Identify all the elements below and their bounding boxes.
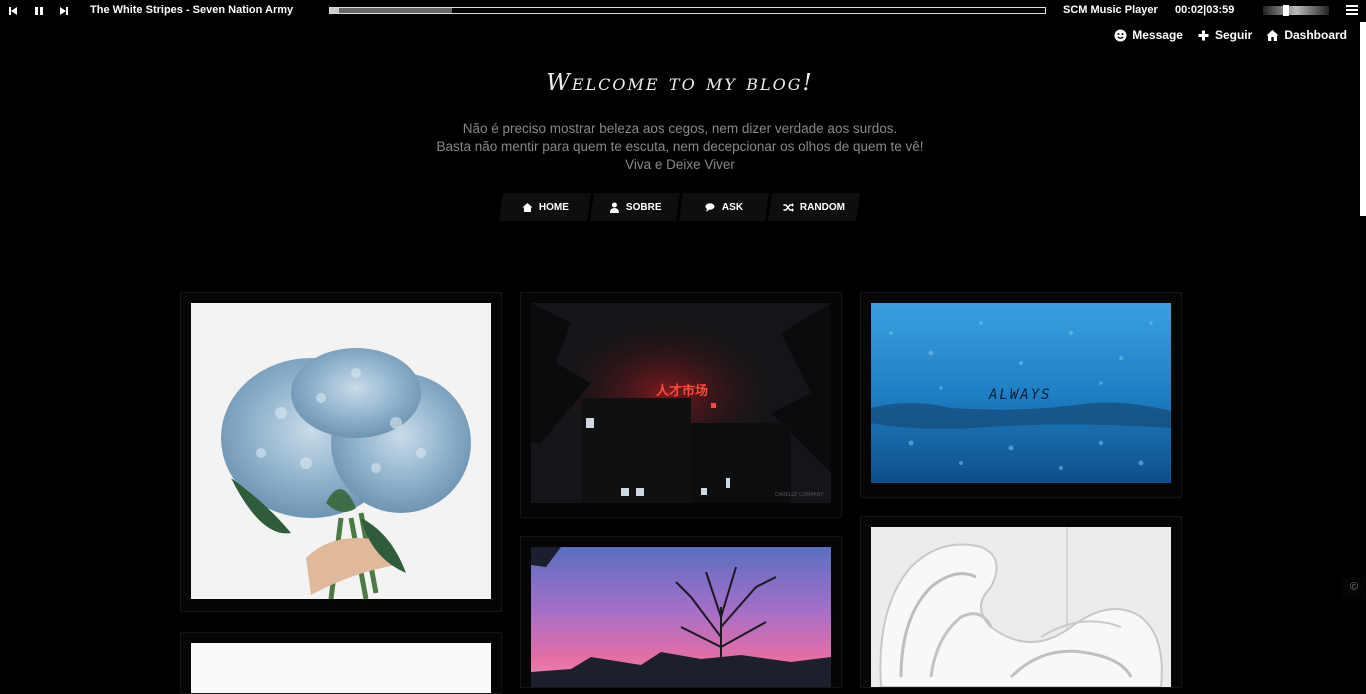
photo-post: 人才市场 CARELLE COMPANY xyxy=(520,292,842,518)
nav-ask-label: ASK xyxy=(721,201,744,213)
shuffle-icon xyxy=(783,202,794,212)
music-player-bar: The White Stripes - Seven Nation Army SC… xyxy=(0,0,1366,22)
wave-sculpture-photo[interactable] xyxy=(871,527,1171,687)
comments-icon xyxy=(705,202,715,212)
message-button[interactable]: Message xyxy=(1114,28,1183,42)
pause-button[interactable] xyxy=(32,4,46,18)
rain-window-photo[interactable]: ALWAYS xyxy=(871,303,1171,483)
copyright-badge[interactable]: © xyxy=(1343,577,1365,599)
buffered-progress xyxy=(330,8,452,13)
nav-home-button[interactable]: HOME xyxy=(499,193,591,221)
sunset-tree-photo[interactable] xyxy=(531,547,831,687)
hydrangea-photo[interactable] xyxy=(191,303,491,599)
nav-ask-button[interactable]: ASK xyxy=(679,193,769,221)
nav-home-label: HOME xyxy=(538,201,569,213)
blog-navigation: HOME SOBRE ASK RANDOM xyxy=(499,193,860,221)
nav-about-label: SOBRE xyxy=(625,201,662,213)
follow-button[interactable]: Seguir xyxy=(1197,28,1252,42)
previous-track-button[interactable] xyxy=(6,4,20,18)
dashboard-button[interactable]: Dashboard xyxy=(1266,28,1347,42)
photo-watermark: CARELLE COMPANY xyxy=(775,492,824,498)
volume-slider[interactable] xyxy=(1263,5,1329,16)
photo-post: ALWAYS xyxy=(860,292,1182,498)
photo-post xyxy=(860,516,1182,688)
pause-icon xyxy=(35,7,43,15)
previous-icon xyxy=(9,7,17,15)
blog-title: Welcome to my blog! xyxy=(546,70,814,96)
description-line: Não é preciso mostrar beleza aos cegos, … xyxy=(462,121,898,136)
track-progress-bar[interactable] xyxy=(329,7,1046,14)
nav-about-button[interactable]: SOBRE xyxy=(590,193,680,221)
photo-post xyxy=(520,536,842,688)
smile-icon xyxy=(1114,29,1127,41)
scrollbar-track[interactable] xyxy=(1360,22,1366,216)
photo-post xyxy=(180,292,502,612)
description-line: Basta não mentir para quem te escuta, ne… xyxy=(436,139,924,154)
blog-description: Não é preciso mostrar beleza aos cegos, … xyxy=(0,120,1360,174)
nav-random-button[interactable]: RANDOM xyxy=(768,193,860,221)
description-line: Viva e Deixe Viver xyxy=(625,157,735,172)
nav-random-label: RANDOM xyxy=(800,201,845,213)
player-name[interactable]: SCM Music Player xyxy=(1063,4,1158,16)
tumblr-controls: Message Seguir Dashboard xyxy=(1114,28,1347,42)
volume-knob[interactable] xyxy=(1283,5,1290,16)
user-icon xyxy=(609,202,619,213)
next-track-button[interactable] xyxy=(57,4,71,18)
next-icon xyxy=(60,7,68,15)
home-icon xyxy=(1266,29,1279,41)
played-progress xyxy=(330,8,339,13)
message-label: Message xyxy=(1132,28,1183,42)
photo-post xyxy=(180,632,502,694)
post-photo[interactable] xyxy=(191,643,491,693)
plus-icon xyxy=(1198,30,1209,40)
always-text: ALWAYS xyxy=(988,387,1052,403)
playlist-menu-icon[interactable] xyxy=(1346,5,1358,16)
track-title: The White Stripes - Seven Nation Army xyxy=(90,4,294,16)
dashboard-label: Dashboard xyxy=(1284,28,1347,42)
home-icon xyxy=(522,202,532,212)
follow-label: Seguir xyxy=(1214,28,1253,42)
track-time: 00:02|03:59 xyxy=(1175,4,1235,16)
neon-city-photo[interactable]: 人才市场 CARELLE COMPANY xyxy=(531,303,831,503)
neon-sign-text: 人才市场 xyxy=(656,383,708,399)
